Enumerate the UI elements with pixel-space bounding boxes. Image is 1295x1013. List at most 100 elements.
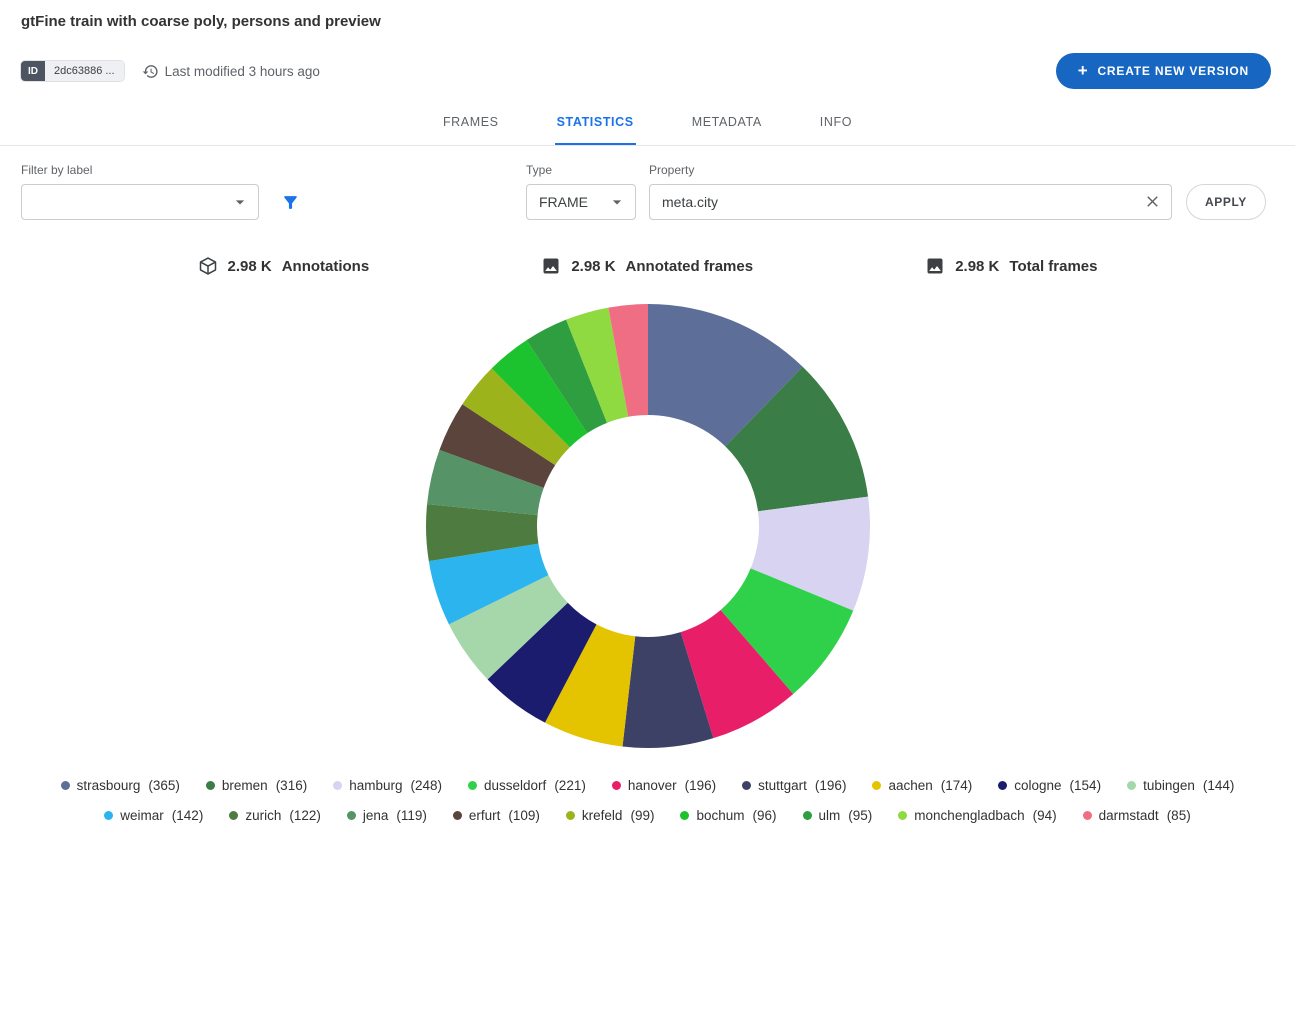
legend-color-dot (1127, 781, 1136, 790)
tab-info[interactable]: INFO (791, 99, 881, 145)
legend-count: (316) (276, 778, 308, 793)
tab-label: INFO (818, 100, 854, 145)
legend-item-stuttgart[interactable]: stuttgart (196) (742, 778, 846, 793)
dataset-id-badge[interactable]: ID 2dc63886 ... (21, 61, 124, 81)
stat-label: Annotations (282, 258, 370, 275)
clear-property-button[interactable] (1143, 192, 1162, 211)
legend-item-erfurt[interactable]: erfurt (109) (453, 808, 540, 823)
create-new-version-label: CREATE NEW VERSION (1097, 64, 1249, 78)
filter-funnel-icon (281, 193, 300, 212)
filter-funnel-button[interactable] (281, 184, 300, 220)
stat-value: 2.98 K (955, 258, 999, 275)
id-badge-label: ID (21, 61, 45, 81)
legend-label: stuttgart (758, 778, 807, 793)
legend-label: bremen (222, 778, 268, 793)
legend-color-dot (803, 811, 812, 820)
legend-color-dot (61, 781, 70, 790)
stat-annotations: 2.98 K Annotations (198, 256, 370, 276)
legend-color-dot (468, 781, 477, 790)
legend-item-jena[interactable]: jena (119) (347, 808, 427, 823)
legend-item-bochum[interactable]: bochum(96) (680, 808, 776, 823)
legend-count: (154) (1070, 778, 1102, 793)
legend-item-bremen[interactable]: bremen (316) (206, 778, 307, 793)
legend-color-dot (453, 811, 462, 820)
type-select[interactable]: FRAME (526, 184, 636, 220)
legend-count: (142) (172, 808, 204, 823)
legend-label: hamburg (349, 778, 402, 793)
apply-button[interactable]: APPLY (1186, 184, 1266, 220)
annotations-cube-icon (198, 256, 218, 276)
legend-color-dot (206, 781, 215, 790)
legend-item-strasbourg[interactable]: strasbourg (365) (61, 778, 180, 793)
tab-label: FRAMES (441, 100, 501, 145)
create-new-version-button[interactable]: + CREATE NEW VERSION (1056, 53, 1271, 89)
tab-frames[interactable]: FRAMES (414, 99, 528, 145)
legend-item-zurich[interactable]: zurich(122) (229, 808, 321, 823)
property-label: Property (649, 163, 1172, 177)
legend-label: weimar (120, 808, 164, 823)
legend-color-dot (333, 781, 342, 790)
chevron-down-icon (230, 192, 250, 212)
stats-row: 2.98 K Annotations 2.98 K Annotated fram… (198, 256, 1098, 276)
legend-label: bochum (696, 808, 744, 823)
legend-count: (119) (396, 808, 427, 823)
legend-count: (365) (148, 778, 180, 793)
header-meta-row: ID 2dc63886 ... Last modified 3 hours ag… (21, 53, 1271, 89)
legend-label: erfurt (469, 808, 501, 823)
tab-metadata[interactable]: METADATA (663, 99, 791, 145)
legend-item-darmstadt[interactable]: darmstadt(85) (1083, 808, 1191, 823)
stat-value: 2.98 K (571, 258, 615, 275)
legend-color-dot (347, 811, 356, 820)
tab-label: METADATA (690, 100, 764, 145)
legend-count: (109) (508, 808, 540, 823)
legend-label: jena (363, 808, 389, 823)
legend-item-hamburg[interactable]: hamburg (248) (333, 778, 442, 793)
legend-color-dot (680, 811, 689, 820)
legend-count: (174) (941, 778, 973, 793)
page-title: gtFine train with coarse poly, persons a… (21, 13, 1271, 30)
legend-item-ulm[interactable]: ulm (95) (803, 808, 873, 823)
legend-item-hanover[interactable]: hanover(196) (612, 778, 716, 793)
legend-item-krefeld[interactable]: krefeld (99) (566, 808, 655, 823)
legend-label: strasbourg (77, 778, 141, 793)
id-badge-value: 2dc63886 ... (45, 61, 124, 81)
property-group: Property (649, 163, 1172, 220)
filter-by-label-group: Filter by label (21, 163, 259, 220)
legend-item-dusseldorf[interactable]: dusseldorf(221) (468, 778, 586, 793)
stat-label: Total frames (1009, 258, 1097, 275)
legend-color-dot (742, 781, 751, 790)
legend-label: dusseldorf (484, 778, 546, 793)
legend-item-tubingen[interactable]: tubingen(144) (1127, 778, 1234, 793)
property-input[interactable] (649, 184, 1172, 220)
filter-by-label-select[interactable] (21, 184, 259, 220)
legend-count: (196) (815, 778, 847, 793)
legend-label: zurich (245, 808, 281, 823)
legend-label: krefeld (582, 808, 623, 823)
donut-chart (422, 300, 874, 752)
legend-item-weimar[interactable]: weimar (142) (104, 808, 203, 823)
legend-label: hanover (628, 778, 677, 793)
stat-value: 2.98 K (228, 258, 272, 275)
legend-count: (94) (1033, 808, 1057, 823)
legend-count: (99) (630, 808, 654, 823)
legend-count: (248) (411, 778, 443, 793)
chart-legend: strasbourg (365) bremen (316) hamburg (248) du… (19, 778, 1277, 823)
tab-statistics[interactable]: STATISTICS (528, 99, 663, 145)
legend-color-dot (612, 781, 621, 790)
legend-item-cologne[interactable]: cologne(154) (998, 778, 1101, 793)
legend-item-aachen[interactable]: aachen(174) (872, 778, 972, 793)
legend-color-dot (566, 811, 575, 820)
tab-bar: FRAMES STATISTICS METADATA INFO (0, 99, 1295, 146)
legend-color-dot (898, 811, 907, 820)
stat-label: Annotated frames (626, 258, 754, 275)
filter-by-label-label: Filter by label (21, 163, 259, 177)
legend-color-dot (229, 811, 238, 820)
legend-item-monchengladbach[interactable]: monchengladbach (94) (898, 808, 1056, 823)
legend-color-dot (998, 781, 1007, 790)
legend-color-dot (872, 781, 881, 790)
stat-annotated-frames: 2.98 K Annotated frames (541, 256, 753, 276)
filter-toolbar: Filter by label Type FRAME Property APPL… (0, 146, 1295, 220)
legend-count: (95) (848, 808, 872, 823)
legend-label: monchengladbach (914, 808, 1024, 823)
legend-label: ulm (819, 808, 841, 823)
